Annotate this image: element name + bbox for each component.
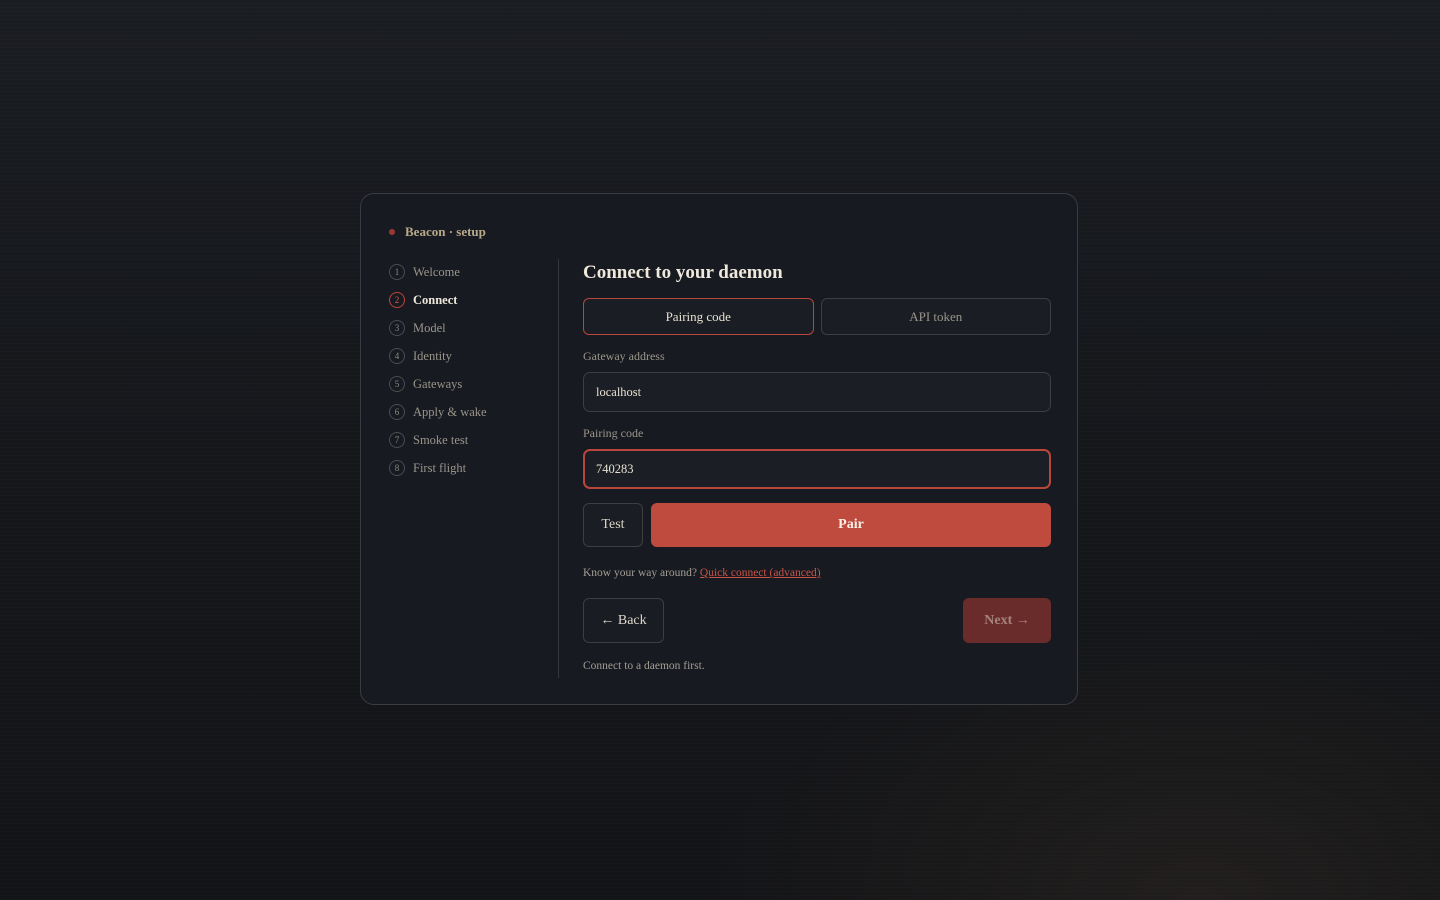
step-smoke-test[interactable]: 7 Smoke test (389, 426, 487, 454)
setup-card: Beacon · setup 1 Welcome 2 Connect 3 Mod… (360, 193, 1078, 705)
step-number: 8 (389, 460, 405, 476)
step-first-flight[interactable]: 8 First flight (389, 454, 487, 482)
step-number: 1 (389, 264, 405, 280)
tab-api-token[interactable]: API token (820, 298, 1051, 335)
step-model[interactable]: 3 Model (389, 314, 487, 342)
step-list: 1 Welcome 2 Connect 3 Model 4 Identity 5… (389, 258, 487, 482)
pairing-code-input[interactable] (583, 449, 1051, 489)
quick-connect-link[interactable]: Quick connect (advanced) (700, 567, 821, 579)
step-identity[interactable]: 4 Identity (389, 342, 487, 370)
step-label: Gateways (413, 376, 463, 391)
step-apply-wake[interactable]: 6 Apply & wake (389, 398, 487, 426)
step-connect[interactable]: 2 Connect (389, 286, 487, 314)
sidebar-divider (558, 259, 559, 678)
step-welcome[interactable]: 1 Welcome (389, 258, 487, 286)
step-number: 2 (389, 292, 405, 308)
quick-connect-hint: Know your way around? Quick connect (adv… (583, 565, 1051, 581)
step-number: 3 (389, 320, 405, 336)
step-number: 7 (389, 432, 405, 448)
pair-actions: Test Pair (583, 503, 1051, 547)
wizard-nav: ← Back Next → (583, 598, 1051, 643)
step-label: First flight (413, 460, 467, 475)
step-label: Apply & wake (413, 404, 487, 419)
step-label: Smoke test (413, 432, 469, 447)
step-number: 4 (389, 348, 405, 364)
pair-button[interactable]: Pair (651, 503, 1051, 547)
step-label: Model (413, 320, 446, 335)
test-button[interactable]: Test (583, 503, 643, 547)
brand-dot-icon (389, 229, 395, 235)
step-gateways[interactable]: 5 Gateways (389, 370, 487, 398)
tab-pairing-code[interactable]: Pairing code (583, 298, 814, 335)
hint-text: Know your way around? (583, 567, 698, 579)
page-title: Connect to your daemon (583, 262, 783, 283)
step-number: 6 (389, 404, 405, 420)
pairing-code-label: Pairing code (583, 426, 644, 440)
step-label: Welcome (413, 264, 460, 279)
gateway-address-label: Gateway address (583, 349, 665, 363)
auth-mode-tabs: Pairing code API token (583, 298, 1051, 335)
step-label: Identity (413, 348, 452, 363)
brand: Beacon · setup (389, 224, 486, 240)
step-number: 5 (389, 376, 405, 392)
step-label: Connect (413, 292, 458, 307)
connect-panel: Connect to your daemon Pairing code API … (583, 258, 1051, 672)
gateway-address-input[interactable] (583, 372, 1051, 412)
brand-title: Beacon · setup (405, 224, 486, 239)
status-message: Connect to a daemon first. (583, 660, 705, 672)
back-button[interactable]: ← Back (583, 598, 664, 643)
next-button[interactable]: Next → (963, 598, 1051, 643)
